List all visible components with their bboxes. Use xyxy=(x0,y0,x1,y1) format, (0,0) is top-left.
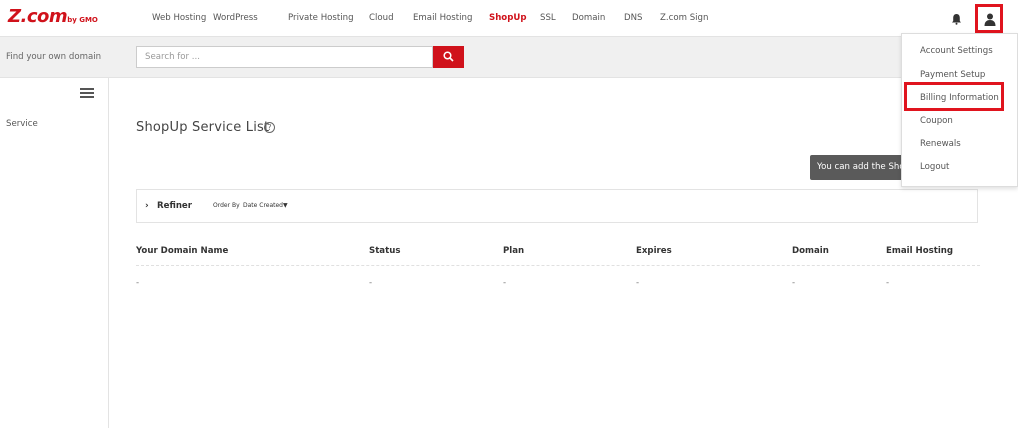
menu-item-billing-information[interactable]: Billing Information xyxy=(920,93,999,103)
nav-zcom-sign[interactable]: Z.com Sign xyxy=(660,13,708,23)
nav-ssl[interactable]: SSL xyxy=(540,13,556,23)
search-icon xyxy=(443,51,454,62)
refiner-toggle[interactable]: Refiner xyxy=(157,201,192,211)
column-header-domain-name: Your Domain Name xyxy=(136,246,229,256)
column-header-status: Status xyxy=(369,246,401,256)
table-row: - - - - - - xyxy=(136,278,980,292)
order-by-label: Order By xyxy=(213,202,240,209)
column-header-domain: Domain xyxy=(792,246,829,256)
refiner-panel: › Refiner Order By Date Created▼ xyxy=(136,189,978,223)
nav-web-hosting[interactable]: Web Hosting xyxy=(152,13,206,23)
zcom-logo[interactable]: Z.comby GMO xyxy=(8,8,98,29)
nav-cloud[interactable]: Cloud xyxy=(369,13,394,23)
table-cell: - xyxy=(886,278,890,288)
top-navigation: Z.comby GMO Web Hosting WordPress Privat… xyxy=(0,0,1018,37)
menu-item-logout[interactable]: Logout xyxy=(920,162,949,172)
column-header-email-hosting: Email Hosting xyxy=(886,246,954,256)
service-table-header: Your Domain Name Status Plan Expires Dom… xyxy=(136,246,980,266)
find-domain-label: Find your own domain xyxy=(6,52,102,62)
page-title: ShopUp Service List xyxy=(136,120,270,135)
nav-dns[interactable]: DNS xyxy=(624,13,643,23)
table-cell: - xyxy=(503,278,507,288)
help-icon[interactable]: ? xyxy=(264,122,275,133)
domain-search-bar: Find your own domain xyxy=(0,37,1018,78)
table-cell: - xyxy=(136,278,140,288)
nav-shopup[interactable]: ShopUp xyxy=(489,13,527,23)
menu-item-account-settings[interactable]: Account Settings xyxy=(920,46,993,56)
nav-domain[interactable]: Domain xyxy=(572,13,605,23)
menu-item-coupon[interactable]: Coupon xyxy=(920,116,953,126)
user-account-button[interactable] xyxy=(975,4,1003,33)
account-dropdown-menu: Account Settings Payment Setup Billing I… xyxy=(901,33,1018,187)
menu-item-renewals[interactable]: Renewals xyxy=(920,139,961,149)
domain-search-input[interactable] xyxy=(136,46,433,68)
table-cell: - xyxy=(792,278,796,288)
user-icon xyxy=(984,13,996,26)
search-button[interactable] xyxy=(433,46,464,68)
table-cell: - xyxy=(636,278,640,288)
nav-email-hosting[interactable]: Email Hosting xyxy=(413,13,472,23)
sidebar-item-service[interactable]: Service xyxy=(6,119,38,129)
order-by-select[interactable]: Date Created▼ xyxy=(243,202,288,209)
column-header-plan: Plan xyxy=(503,246,525,256)
nav-wordpress[interactable]: WordPress xyxy=(213,13,258,23)
sidebar: Service xyxy=(0,78,109,428)
nav-private-hosting[interactable]: Private Hosting xyxy=(288,13,354,23)
bell-icon[interactable] xyxy=(951,13,962,25)
chevron-right-icon[interactable]: › xyxy=(145,201,149,211)
column-header-expires: Expires xyxy=(636,246,672,256)
menu-item-payment-setup[interactable]: Payment Setup xyxy=(920,70,985,80)
table-cell: - xyxy=(369,278,373,288)
hamburger-icon[interactable] xyxy=(80,88,94,98)
